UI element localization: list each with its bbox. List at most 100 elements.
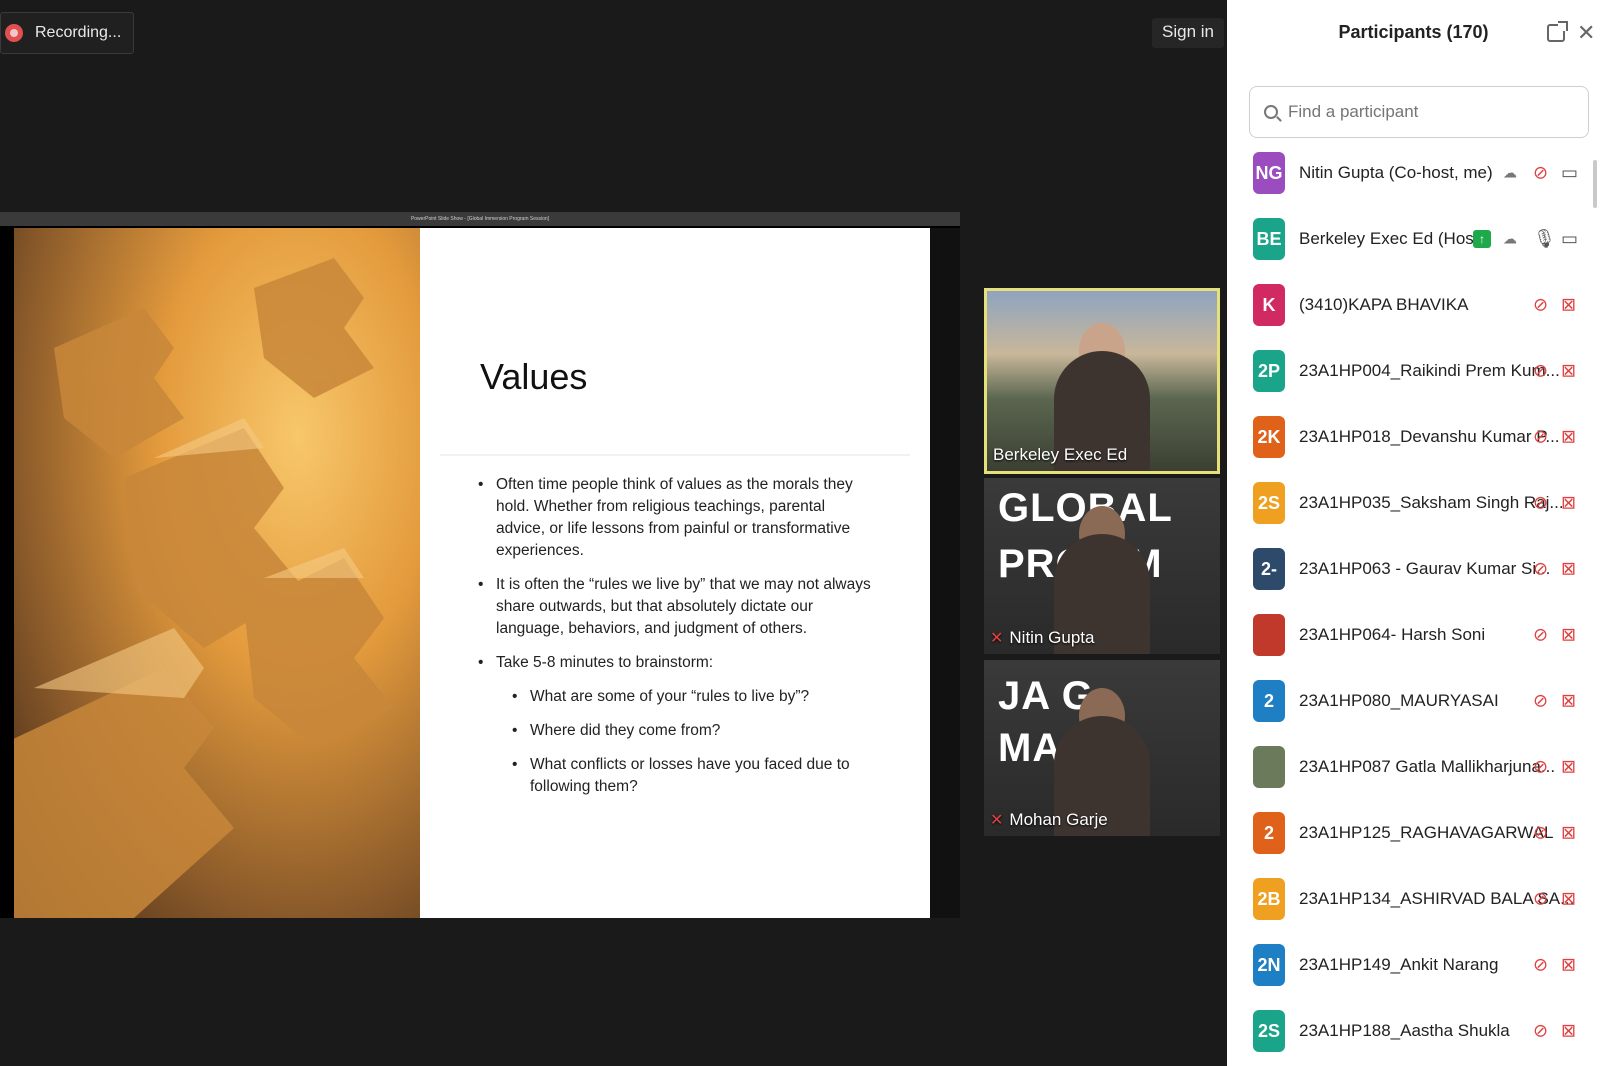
avatar bbox=[1253, 614, 1285, 656]
participant-row[interactable]: 2N 23A1HP149_Ankit Narang ⊘ ⊠ bbox=[1227, 935, 1600, 995]
meeting-stage: Recording... Sign in PowerPoint Slide Sh… bbox=[0, 0, 1227, 1066]
sign-in-button[interactable]: Sign in bbox=[1152, 18, 1224, 48]
video-tile-berkeley[interactable]: Berkeley Exec Ed bbox=[984, 288, 1220, 474]
microphone-muted-icon[interactable]: ⊘ bbox=[1533, 757, 1548, 778]
avatar bbox=[1253, 746, 1285, 788]
slide-heading: Values bbox=[480, 356, 588, 397]
video-off-icon[interactable]: ⊠ bbox=[1561, 559, 1576, 580]
participant-row[interactable]: 2- 23A1HP063 - Gaurav Kumar Si... ⊘ ⊠ bbox=[1227, 539, 1600, 599]
participant-row[interactable]: 2 23A1HP080_MAURYASAI ⊘ ⊠ bbox=[1227, 671, 1600, 731]
recording-icon bbox=[5, 24, 23, 42]
participant-row[interactable]: BE Berkeley Exec Ed (Host) ↑ ☁ 🎙 ▭ bbox=[1227, 209, 1600, 269]
avatar: 2K bbox=[1253, 416, 1285, 458]
slide-content: Values Often time people think of values… bbox=[420, 228, 930, 918]
video-off-icon[interactable]: ⊠ bbox=[1561, 823, 1576, 844]
participant-name: Nitin Gupta (Co-host, me) bbox=[1299, 163, 1493, 182]
participant-row[interactable]: 2K 23A1HP018_Devanshu Kumar P... ⊘ ⊠ bbox=[1227, 407, 1600, 467]
microphone-muted-icon[interactable]: ⊘ bbox=[1533, 361, 1548, 382]
microphone-muted-icon[interactable]: ⊘ bbox=[1533, 691, 1548, 712]
sub-bullets: What are some of your “rules to live by”… bbox=[496, 686, 878, 798]
video-icon[interactable]: ▭ bbox=[1561, 229, 1578, 250]
sub-bullet-item: Where did they come from? bbox=[512, 720, 878, 742]
microphone-muted-icon[interactable]: ⊘ bbox=[1533, 625, 1548, 646]
participant-name: (3410)KAPA BHAVIKA bbox=[1299, 295, 1469, 314]
recording-label: Recording... bbox=[35, 24, 122, 41]
avatar: 2N bbox=[1253, 944, 1285, 986]
microphone-muted-icon[interactable]: ⊘ bbox=[1533, 823, 1548, 844]
video-off-icon[interactable]: ⊠ bbox=[1561, 493, 1576, 514]
video-off-icon[interactable]: ⊠ bbox=[1561, 1021, 1576, 1042]
participant-name: 23A1HP125_RAGHAVAGARWAL bbox=[1299, 823, 1554, 842]
participant-search[interactable] bbox=[1249, 86, 1589, 138]
avatar: NG bbox=[1253, 152, 1285, 194]
shared-window-title: PowerPoint Slide Show - [Global Immersio… bbox=[0, 212, 960, 226]
participant-row[interactable]: NG Nitin Gupta (Co-host, me) ☁ ⊘ ▭ bbox=[1227, 143, 1600, 203]
microphone-muted-icon: ✕ bbox=[990, 630, 1004, 647]
slide-divider bbox=[440, 454, 910, 456]
video-tile-mohan[interactable]: JA G MA RO ✕Mohan Garje bbox=[984, 660, 1220, 836]
popout-icon[interactable] bbox=[1547, 21, 1568, 42]
video-off-icon[interactable]: ⊠ bbox=[1561, 691, 1576, 712]
search-icon bbox=[1264, 105, 1278, 119]
video-off-icon[interactable]: ⊠ bbox=[1561, 955, 1576, 976]
search-input[interactable] bbox=[1288, 102, 1568, 122]
bullet-item: It is often the “rules we live by” that … bbox=[478, 574, 878, 640]
video-off-icon[interactable]: ⊠ bbox=[1561, 889, 1576, 910]
participant-row[interactable]: 2S 23A1HP188_Aastha Shukla ⊘ ⊠ bbox=[1227, 1001, 1600, 1061]
avatar: 2 bbox=[1253, 680, 1285, 722]
participant-name: 23A1HP064- Harsh Soni bbox=[1299, 625, 1486, 644]
participant-row[interactable]: K (3410)KAPA BHAVIKA ⊘ ⊠ bbox=[1227, 275, 1600, 335]
slide-margin bbox=[930, 228, 960, 918]
cloud-recording-icon: ☁ bbox=[1503, 230, 1517, 247]
participant-name: 23A1HP035_Saksham Singh Raj... bbox=[1299, 493, 1564, 512]
microphone-muted-icon: ✕ bbox=[990, 812, 1004, 829]
scrollbar[interactable] bbox=[1593, 160, 1597, 208]
sub-bullet-item: What are some of your “rules to live by”… bbox=[512, 686, 878, 708]
bullet-item: Often time people think of values as the… bbox=[478, 474, 878, 562]
microphone-muted-icon[interactable]: ⊘ bbox=[1533, 295, 1548, 316]
arrows-illustration bbox=[14, 258, 394, 918]
video-icon[interactable]: ▭ bbox=[1561, 163, 1578, 184]
avatar: 2S bbox=[1253, 482, 1285, 524]
microphone-muted-icon[interactable]: ⊘ bbox=[1533, 955, 1548, 976]
video-off-icon[interactable]: ⊠ bbox=[1561, 427, 1576, 448]
close-icon[interactable]: ✕ bbox=[1577, 20, 1595, 46]
tile-name: ✕ Nitin Gupta bbox=[990, 628, 1095, 647]
microphone-muted-icon[interactable]: ⊘ bbox=[1533, 889, 1548, 910]
microphone-muted-icon[interactable]: ⊘ bbox=[1533, 163, 1548, 184]
participant-name: 23A1HP004_Raikindi Prem Kum... bbox=[1299, 361, 1560, 380]
tile-name: ✕ Mohan Garje bbox=[990, 810, 1108, 829]
bullet-item: Take 5-8 minutes to brainstorm: What are… bbox=[478, 652, 878, 798]
microphone-muted-icon[interactable]: ⊘ bbox=[1533, 1021, 1548, 1042]
video-off-icon[interactable]: ⊠ bbox=[1561, 361, 1576, 382]
participant-row[interactable]: 2S 23A1HP035_Saksham Singh Raj... ⊘ ⊠ bbox=[1227, 473, 1600, 533]
participants-panel: Participants (170) ✕ NG Nitin Gupta (Co-h… bbox=[1227, 0, 1600, 1066]
participant-row[interactable]: 2B 23A1HP134_ASHIRVAD BALA SA... ⊘ ⊠ bbox=[1227, 869, 1600, 929]
cloud-recording-icon: ☁ bbox=[1503, 164, 1517, 181]
participant-row[interactable]: 2P 23A1HP004_Raikindi Prem Kum... ⊘ ⊠ bbox=[1227, 341, 1600, 401]
video-off-icon[interactable]: ⊠ bbox=[1561, 295, 1576, 316]
shared-screen: PowerPoint Slide Show - [Global Immersio… bbox=[0, 212, 960, 918]
video-tile-nitin[interactable]: GLOBAL PRO AM ✕Nitin Gupta bbox=[984, 478, 1220, 654]
bullet-text: Take 5-8 minutes to brainstorm: bbox=[496, 654, 714, 671]
participant-row[interactable]: 2 23A1HP125_RAGHAVAGARWAL ⊘ ⊠ bbox=[1227, 803, 1600, 863]
participant-name: 23A1HP188_Aastha Shukla bbox=[1299, 1021, 1510, 1040]
video-off-icon[interactable]: ⊠ bbox=[1561, 757, 1576, 778]
participant-row[interactable]: 23A1HP087 Gatla Mallikharjuna... ⊘ ⊠ bbox=[1227, 737, 1600, 797]
avatar: 2- bbox=[1253, 548, 1285, 590]
microphone-muted-icon[interactable]: ⊘ bbox=[1533, 559, 1548, 580]
avatar: K bbox=[1253, 284, 1285, 326]
participant-name: 23A1HP018_Devanshu Kumar P... bbox=[1299, 427, 1560, 446]
microphone-muted-icon[interactable]: ⊘ bbox=[1533, 493, 1548, 514]
panel-title: Participants (170) bbox=[1338, 22, 1489, 42]
participant-name: 23A1HP063 - Gaurav Kumar Si... bbox=[1299, 559, 1551, 578]
microphone-icon[interactable]: 🎙 bbox=[1533, 229, 1556, 250]
microphone-muted-icon[interactable]: ⊘ bbox=[1533, 427, 1548, 448]
participant-row[interactable]: 23A1HP064- Harsh Soni ⊘ ⊠ bbox=[1227, 605, 1600, 665]
participant-name: Berkeley Exec Ed (Host) bbox=[1299, 229, 1485, 248]
video-off-icon[interactable]: ⊠ bbox=[1561, 625, 1576, 646]
avatar: 2 bbox=[1253, 812, 1285, 854]
slide-bullets: Often time people think of values as the… bbox=[478, 474, 878, 810]
recording-indicator[interactable]: Recording... bbox=[0, 12, 134, 54]
sub-bullet-item: What conflicts or losses have you faced … bbox=[512, 754, 878, 798]
